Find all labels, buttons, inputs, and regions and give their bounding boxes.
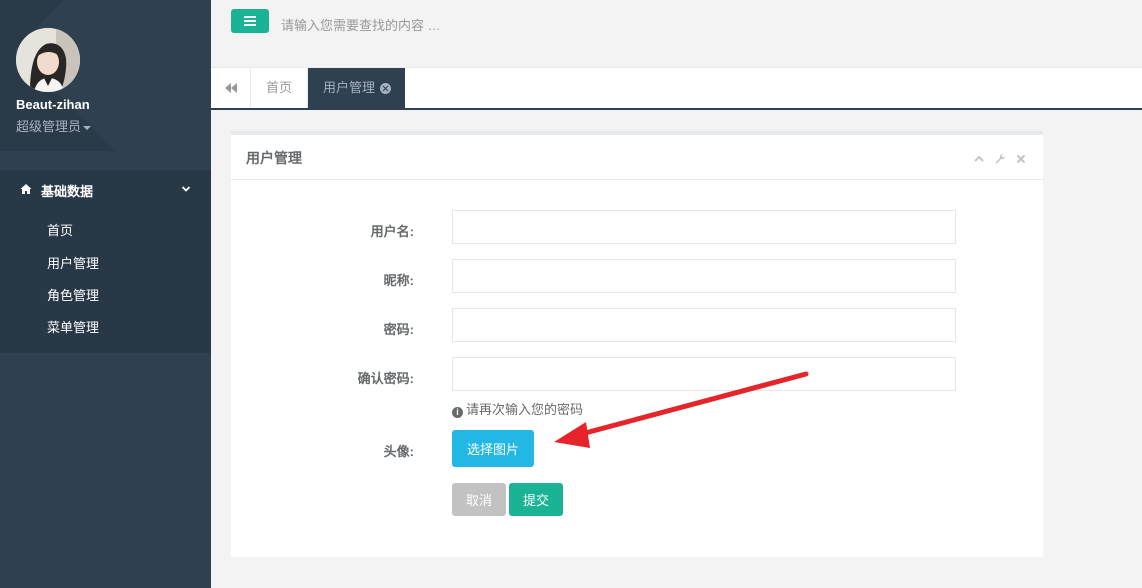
confirm-password-help-text: 请再次输入您的密码 [466, 402, 584, 417]
nav-group-basic-data: 基础数据 首页 用户管理 角色管理 菜单管理 [0, 170, 211, 353]
sidebar-item-menus[interactable]: 菜单管理 [47, 317, 99, 336]
password-label: 密码: [383, 322, 414, 337]
wrench-icon[interactable] [994, 153, 1006, 165]
password-field[interactable] [452, 308, 956, 342]
chevron-up-icon[interactable] [973, 153, 985, 165]
chevron-down-icon [181, 186, 191, 192]
submit-button[interactable]: 提交 [509, 483, 563, 516]
user-role-dropdown[interactable]: 超级管理员 [16, 116, 92, 135]
top-navbar [211, 0, 1142, 68]
home-icon [20, 184, 32, 194]
sidebar-item-users[interactable]: 用户管理 [47, 253, 99, 272]
nickname-label: 昵称: [383, 273, 414, 288]
tab-home[interactable]: 首页 [251, 68, 308, 108]
caret-down-icon [83, 125, 92, 130]
cancel-button[interactable]: 取消 [452, 483, 506, 516]
user-management-panel: 用户管理 用户名: 昵称: 密码: 确认密码: i 请再次输入您的密码 头像: 选… [231, 131, 1043, 557]
tab-user-management-label: 用户管理 [323, 80, 376, 95]
tabs-bar: 首页 用户管理 [211, 68, 1142, 110]
sidebar: Beaut-zihan 超级管理员 基础数据 首页 用户管理 角色管理 菜单管理 [0, 0, 211, 588]
nav-header-label: 基础数据 [41, 184, 94, 199]
bars-icon [244, 16, 256, 18]
panel-title: 用户管理 [246, 150, 302, 166]
confirm-password-label: 确认密码: [357, 371, 414, 386]
close-circle-icon[interactable] [380, 83, 391, 94]
profile-area: Beaut-zihan 超级管理员 [0, 0, 211, 151]
choose-image-button[interactable]: 选择图片 [452, 430, 534, 467]
username-field[interactable] [452, 210, 956, 244]
panel-tools [973, 153, 1029, 165]
menu-toggle-button[interactable] [231, 9, 269, 33]
search-input[interactable] [281, 14, 601, 36]
sidebar-item-home[interactable]: 首页 [47, 220, 73, 239]
username-label: 用户名: [370, 224, 414, 239]
tab-user-management[interactable]: 用户管理 [308, 68, 405, 108]
confirm-password-field[interactable] [452, 357, 956, 391]
user-name: Beaut-zihan [16, 97, 90, 112]
backward-icon [225, 83, 237, 93]
close-icon[interactable] [1015, 153, 1027, 165]
nav-header-basic-data[interactable]: 基础数据 [0, 170, 211, 208]
sidebar-item-roles[interactable]: 角色管理 [47, 285, 99, 304]
info-icon: i [452, 407, 463, 418]
user-role-label: 超级管理员 [16, 119, 82, 134]
tabs-scroll-left-button[interactable] [211, 68, 251, 108]
confirm-password-help: i 请再次输入您的密码 [452, 399, 583, 418]
panel-header: 用户管理 [231, 135, 1043, 180]
avatar-label: 头像: [383, 444, 414, 459]
nickname-field[interactable] [452, 259, 956, 293]
avatar[interactable] [16, 28, 80, 92]
